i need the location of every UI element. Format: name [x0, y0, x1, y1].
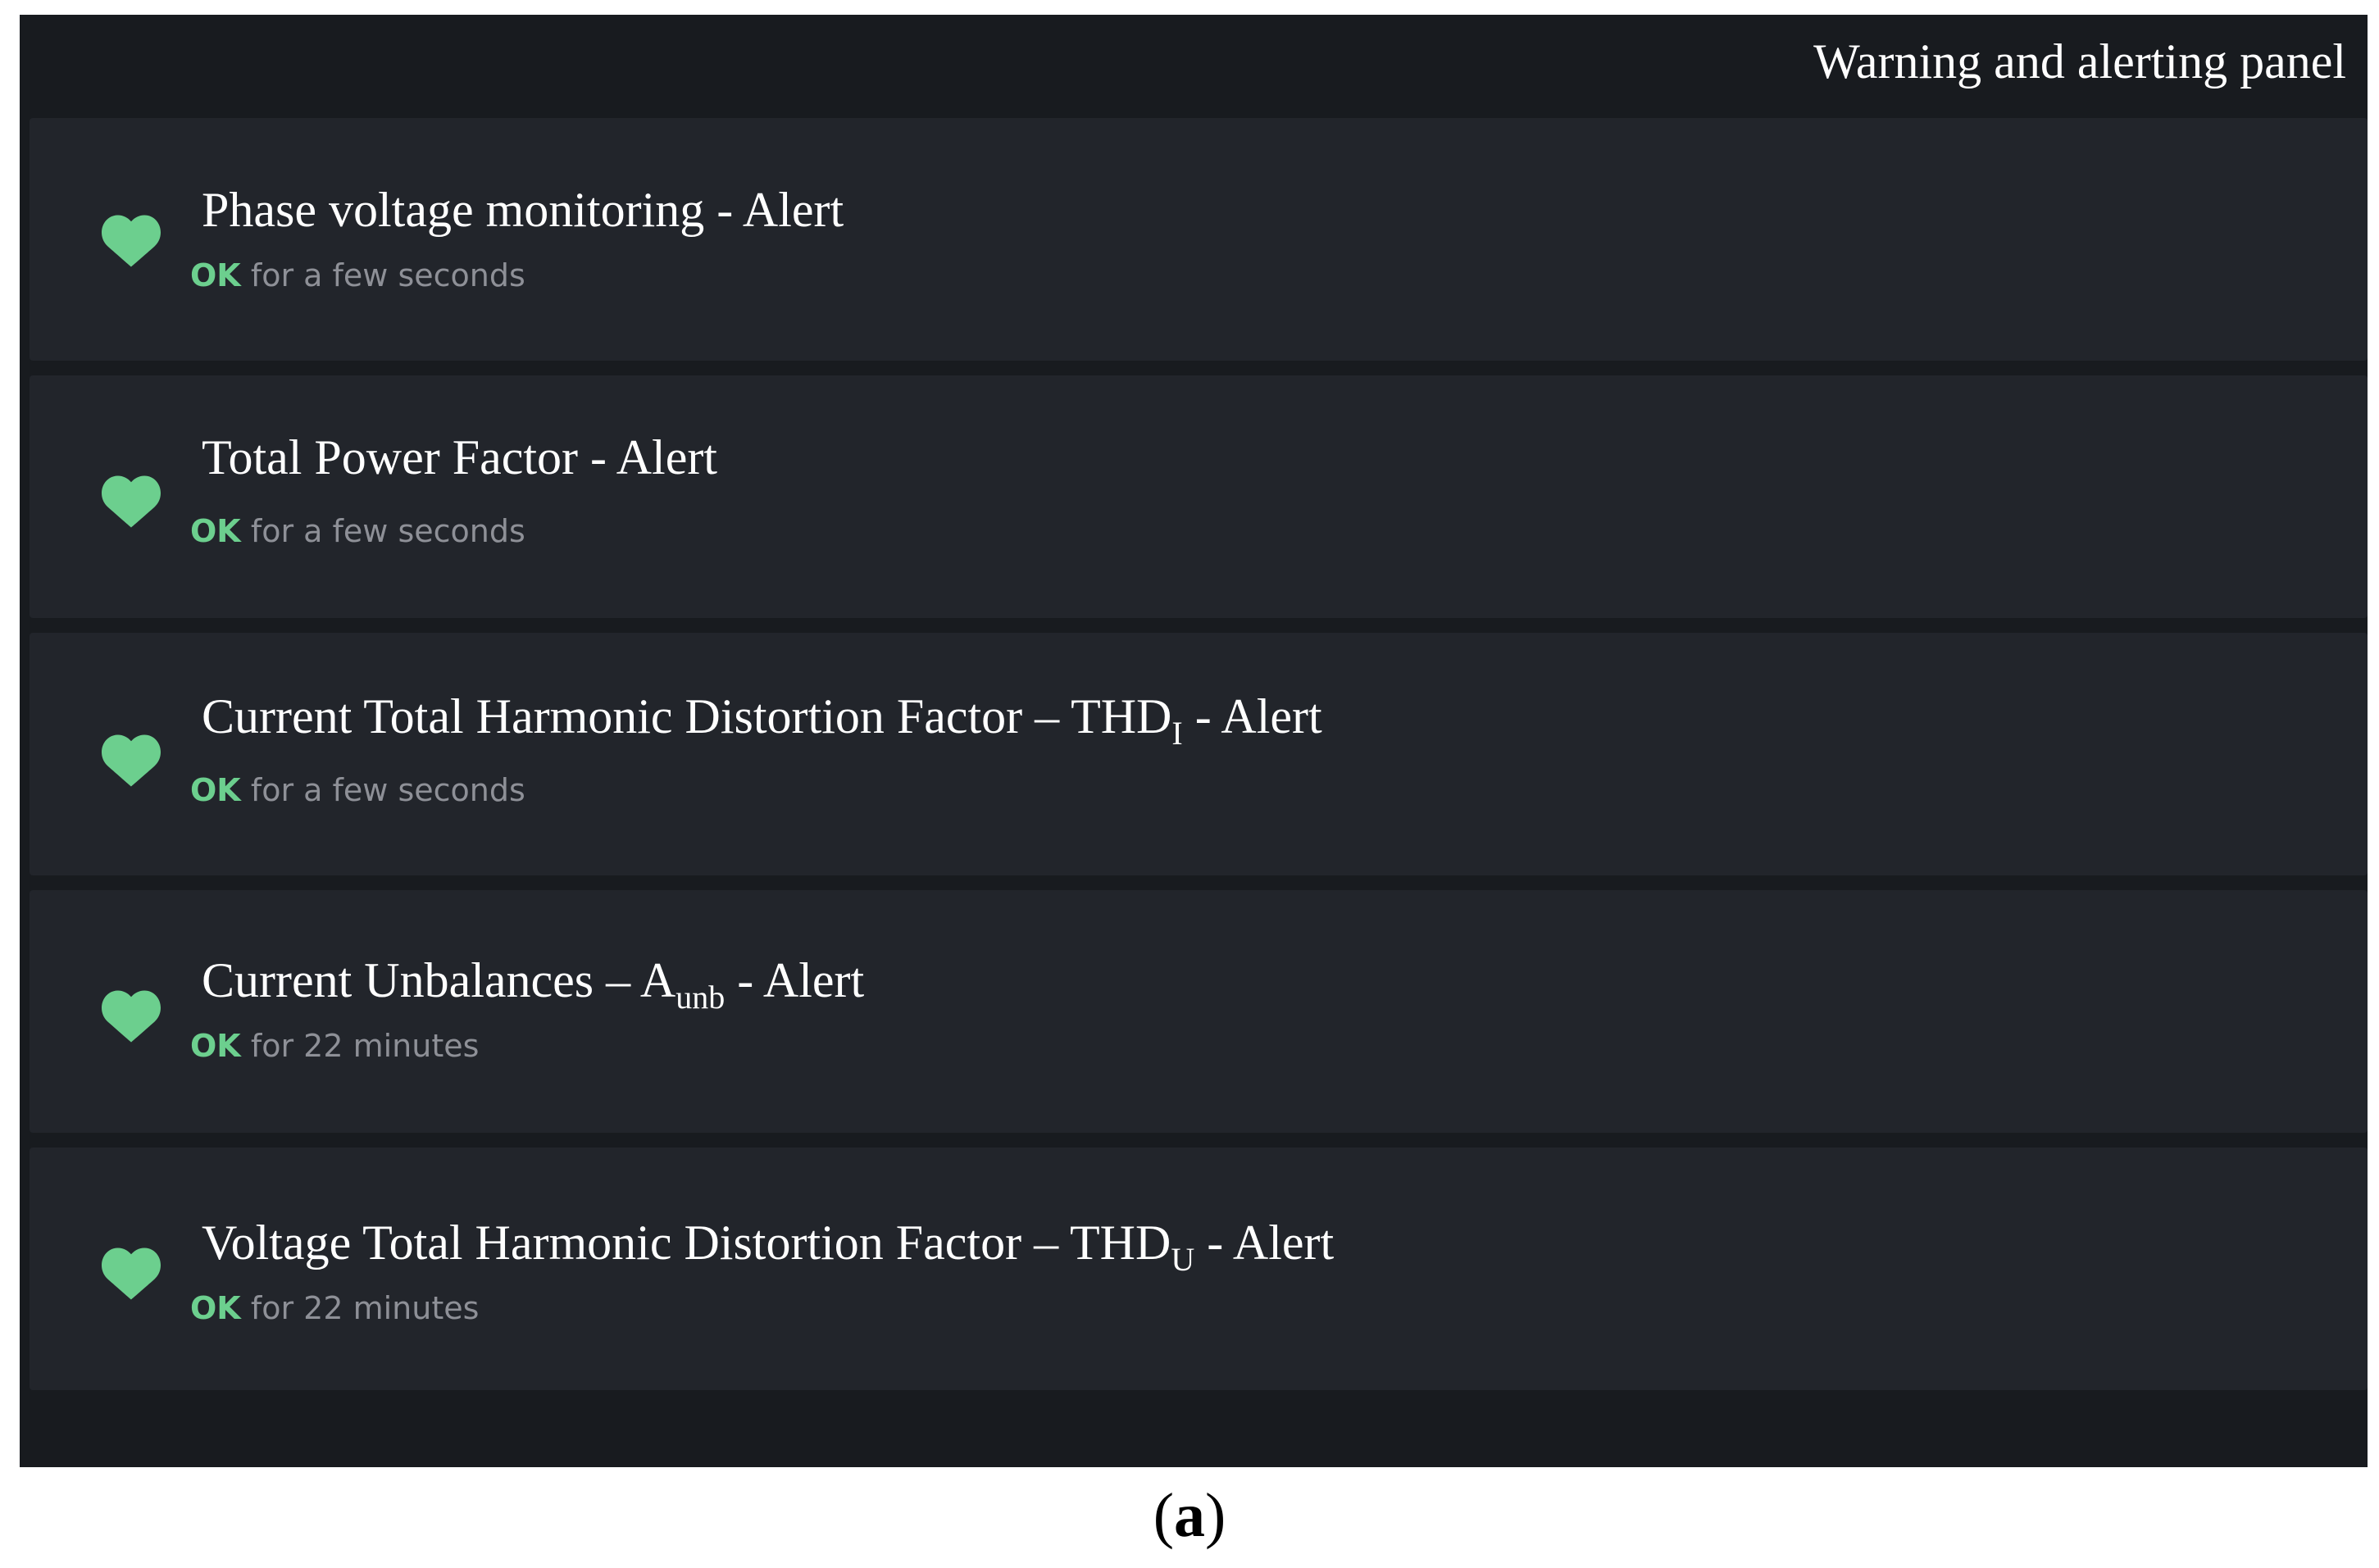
status-ok-label: OK [190, 1028, 241, 1064]
status-ok-label: OK [190, 513, 241, 549]
panel-title: Warning and alerting panel [1813, 34, 2346, 89]
panel-header: Warning and alerting panel [20, 15, 2368, 118]
alert-status: OK for a few seconds [190, 513, 525, 551]
alert-title: Total Power Factor - Alert [202, 430, 717, 484]
status-ok-label: OK [190, 772, 241, 808]
status-ok-label: OK [190, 257, 241, 293]
heart-icon [102, 734, 161, 787]
status-duration: for 22 minutes [250, 1290, 480, 1326]
status-ok-label: OK [190, 1290, 241, 1326]
alert-title: Current Unbalances – Aunb - Alert [202, 953, 865, 1016]
alert-status: OK for 22 minutes [190, 1028, 479, 1066]
alert-item[interactable]: Current Unbalances – Aunb - Alert OK for… [30, 890, 2368, 1133]
alert-list: Phase voltage monitoring - Alert OK for … [30, 118, 2368, 1405]
alert-status: OK for a few seconds [190, 772, 525, 810]
alert-item[interactable]: Voltage Total Harmonic Distortion Factor… [30, 1148, 2368, 1390]
status-duration: for 22 minutes [250, 1028, 480, 1064]
alert-status: OK for a few seconds [190, 257, 525, 295]
figure-caption: (a) [1153, 1481, 1226, 1550]
heart-icon [102, 990, 161, 1043]
heart-icon [102, 215, 161, 267]
alert-status: OK for 22 minutes [190, 1290, 479, 1328]
alert-item[interactable]: Phase voltage monitoring - Alert OK for … [30, 118, 2368, 361]
alert-item[interactable]: Current Total Harmonic Distortion Factor… [30, 633, 2368, 875]
status-duration: for a few seconds [250, 772, 525, 808]
status-duration: for a few seconds [250, 513, 525, 549]
caption-label: a [1174, 1481, 1205, 1550]
alert-title: Phase voltage monitoring - Alert [202, 183, 844, 237]
status-duration: for a few seconds [250, 257, 525, 293]
alert-title: Current Total Harmonic Distortion Factor… [202, 689, 1322, 752]
alert-item[interactable]: Total Power Factor - Alert OK for a few … [30, 375, 2368, 618]
alerting-panel: Warning and alerting panel Phase voltage… [20, 15, 2368, 1467]
heart-icon [102, 1248, 161, 1300]
heart-icon [102, 475, 161, 528]
alert-title: Voltage Total Harmonic Distortion Factor… [202, 1216, 1335, 1278]
